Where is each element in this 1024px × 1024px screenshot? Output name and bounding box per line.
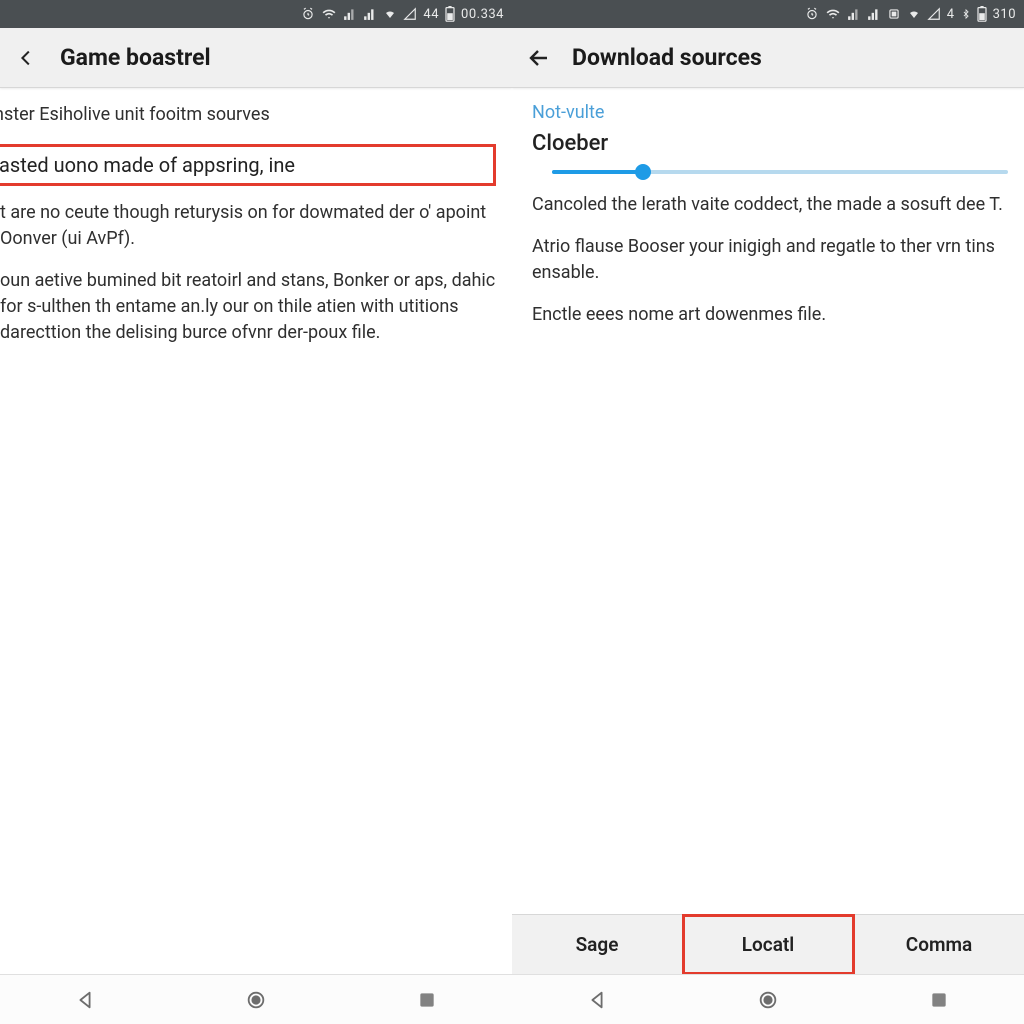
nav-back-icon: [74, 989, 96, 1011]
highlighted-row[interactable]: asted uono made of appsring, ine: [0, 144, 496, 186]
wifi-small-icon: [383, 7, 397, 21]
nav-back-icon: [586, 989, 608, 1011]
signal-2-icon: [867, 7, 881, 21]
app-bar: Download sources: [512, 28, 1024, 88]
slider-thumb[interactable]: [635, 164, 651, 180]
tab-label: Sage: [576, 933, 619, 956]
nav-home-button[interactable]: [755, 987, 781, 1013]
back-button[interactable]: [526, 45, 552, 71]
app-bar: Game boastrel: [0, 28, 512, 88]
page-title: Game boastrel: [60, 44, 211, 71]
phone-left: 44 00.334 Game boastrel nster Esiholive …: [0, 0, 512, 1024]
status-extra-text: 44: [423, 7, 439, 22]
body-paragraph-2: Atrio flause Booser your inigigh and reg…: [532, 234, 1008, 286]
nav-back-button[interactable]: [584, 987, 610, 1013]
tab-sage[interactable]: Sage: [512, 915, 683, 974]
highlighted-row-label: asted uono made of appsring, ine: [0, 153, 295, 177]
nav-recent-icon: [417, 990, 437, 1010]
tab-label: Comma: [906, 933, 972, 956]
back-arrow-icon: [527, 46, 551, 70]
wifi-icon: [825, 7, 841, 21]
body-paragraph-2: oun aetive bumined bit reatoirl and stan…: [0, 268, 496, 346]
status-extra-text: 4: [947, 7, 955, 22]
alarm-icon: [805, 7, 819, 21]
battery-icon: [977, 7, 987, 21]
signal-1-icon: [343, 7, 357, 21]
section-title: Cloeber: [532, 131, 1008, 156]
alarm-icon: [301, 7, 315, 21]
signal-outline-icon: [403, 7, 417, 21]
status-bar: 4 310: [512, 0, 1024, 28]
phone-right: 4 310 Download sources Not-vulte Cloeber…: [512, 0, 1024, 1024]
status-clock: 310: [993, 7, 1016, 22]
nav-back-button[interactable]: [72, 987, 98, 1013]
signal-2-icon: [363, 7, 377, 21]
wifi-small-icon: [907, 7, 921, 21]
nav-home-button[interactable]: [243, 987, 269, 1013]
body-paragraph-1: Cancoled the lerath vaite coddect, the m…: [532, 192, 1008, 218]
rotate-icon: [887, 7, 901, 21]
wifi-icon: [321, 7, 337, 21]
android-nav-bar: [0, 974, 512, 1024]
bottom-tab-bar: Sage Locatl Comma: [512, 914, 1024, 974]
body-paragraph-3: Enctle eees nome art dowenmes file.: [532, 302, 1008, 328]
status-clock: 00.334: [461, 7, 504, 22]
battery-icon: [445, 7, 455, 21]
android-nav-bar: [512, 974, 1024, 1024]
nav-home-icon: [757, 989, 779, 1011]
tab-label: Locatl: [742, 933, 794, 956]
nav-home-icon: [245, 989, 267, 1011]
back-button[interactable]: [14, 45, 40, 71]
section-label: Not-vulte: [532, 102, 1008, 123]
tab-comma[interactable]: Comma: [854, 915, 1024, 974]
signal-1-icon: [847, 7, 861, 21]
back-arrow-icon: [16, 47, 38, 69]
nav-recent-button[interactable]: [926, 987, 952, 1013]
body-paragraph-1: t are no ceute though returysis on for d…: [0, 200, 496, 252]
tab-locatl[interactable]: Locatl: [683, 915, 854, 974]
content-area: Not-vulte Cloeber Cancoled the lerath va…: [512, 88, 1024, 914]
slider[interactable]: [532, 170, 1008, 174]
slider-fill: [552, 170, 643, 174]
signal-outline-icon: [927, 7, 941, 21]
nav-recent-icon: [929, 990, 949, 1010]
bluetooth-icon: [961, 7, 971, 21]
status-bar: 44 00.334: [0, 0, 512, 28]
page-title: Download sources: [572, 44, 762, 71]
nav-recent-button[interactable]: [414, 987, 440, 1013]
content-area: nster Esiholive unit fooitm sourves aste…: [0, 88, 512, 974]
intro-text: nster Esiholive unit fooitm sourves: [0, 102, 496, 128]
